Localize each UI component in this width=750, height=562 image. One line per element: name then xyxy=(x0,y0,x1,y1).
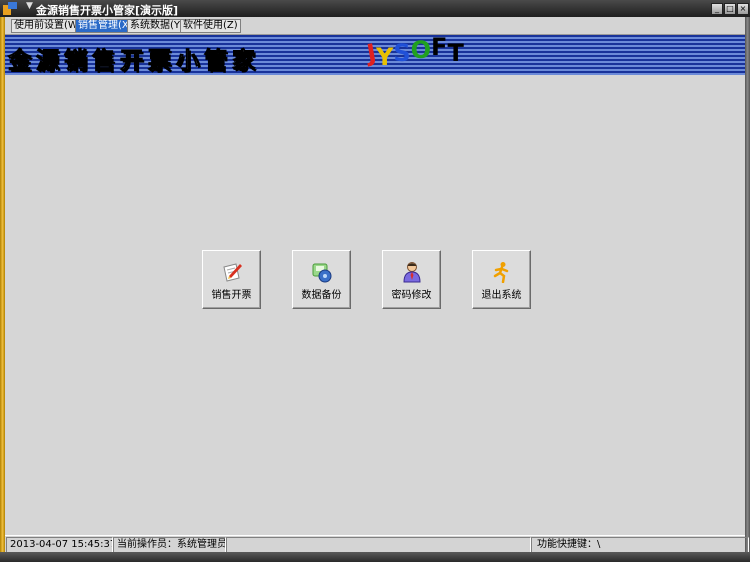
close-icon: × xyxy=(739,4,747,13)
tile-label: 数据备份 xyxy=(301,290,342,301)
exit-system-button[interactable]: 退出系统 xyxy=(472,250,531,309)
status-operator: 当前操作员：系统管理员 xyxy=(113,537,226,553)
dropdown-arrow-icon[interactable]: ▼ xyxy=(26,1,33,11)
status-message xyxy=(226,537,531,553)
sales-invoice-button[interactable]: 销售开票 xyxy=(202,250,261,309)
status-shortcut: 功能快捷键：\ xyxy=(531,537,749,553)
menu-setup[interactable]: 使用前设置(W) xyxy=(11,19,85,33)
logo-letter: F xyxy=(431,35,448,61)
logo-letter: Y xyxy=(375,43,394,71)
maximize-button[interactable]: □ xyxy=(724,3,736,15)
user-key-icon xyxy=(403,262,421,283)
backup-disk-icon xyxy=(312,263,332,283)
menu-software-usage[interactable]: 软件使用(Z) xyxy=(180,19,241,33)
logo-letter: T xyxy=(447,39,464,67)
status-datetime: 2013-04-07 15:45:37 xyxy=(6,537,113,553)
app-banner: 金源销售开票小管家 JYSOFT xyxy=(5,35,745,75)
pen-paper-icon xyxy=(223,263,242,282)
tile-label: 密码修改 xyxy=(391,290,432,301)
menubar: 使用前设置(W) 销售管理(X) 系统数据(Y) 软件使用(Z) xyxy=(5,17,745,35)
company-logo: JYSOFT xyxy=(365,35,464,71)
maximize-icon: □ xyxy=(726,4,734,13)
exit-runner-icon xyxy=(493,262,509,283)
menu-system-data[interactable]: 系统数据(Y) xyxy=(127,19,187,33)
data-backup-button[interactable]: 数据备份 xyxy=(292,250,351,309)
window-titlebar[interactable]: ▼ 金源销售开票小管家[演示版] _ □ × xyxy=(0,0,750,17)
close-button[interactable]: × xyxy=(737,3,749,15)
logo-letter: O xyxy=(410,36,432,64)
window-frame-right xyxy=(745,17,750,562)
logo-letter: S xyxy=(393,39,411,67)
tile-label: 销售开票 xyxy=(211,290,252,301)
tile-label: 退出系统 xyxy=(481,290,522,301)
app-logo-icon xyxy=(3,2,17,15)
window-frame-bottom xyxy=(0,552,750,562)
password-change-button[interactable]: 密码修改 xyxy=(382,250,441,309)
minimize-button[interactable]: _ xyxy=(711,3,723,15)
minimize-icon: _ xyxy=(715,4,719,13)
banner-title: 金源销售开票小管家 xyxy=(8,48,260,75)
window-title: 金源销售开票小管家[演示版] xyxy=(36,4,179,17)
statusbar: 2013-04-07 15:45:37 当前操作员：系统管理员 功能快捷键：\ xyxy=(5,535,749,553)
main-content: 销售开票 数据备份 密码修改 退出系统 xyxy=(5,75,745,535)
